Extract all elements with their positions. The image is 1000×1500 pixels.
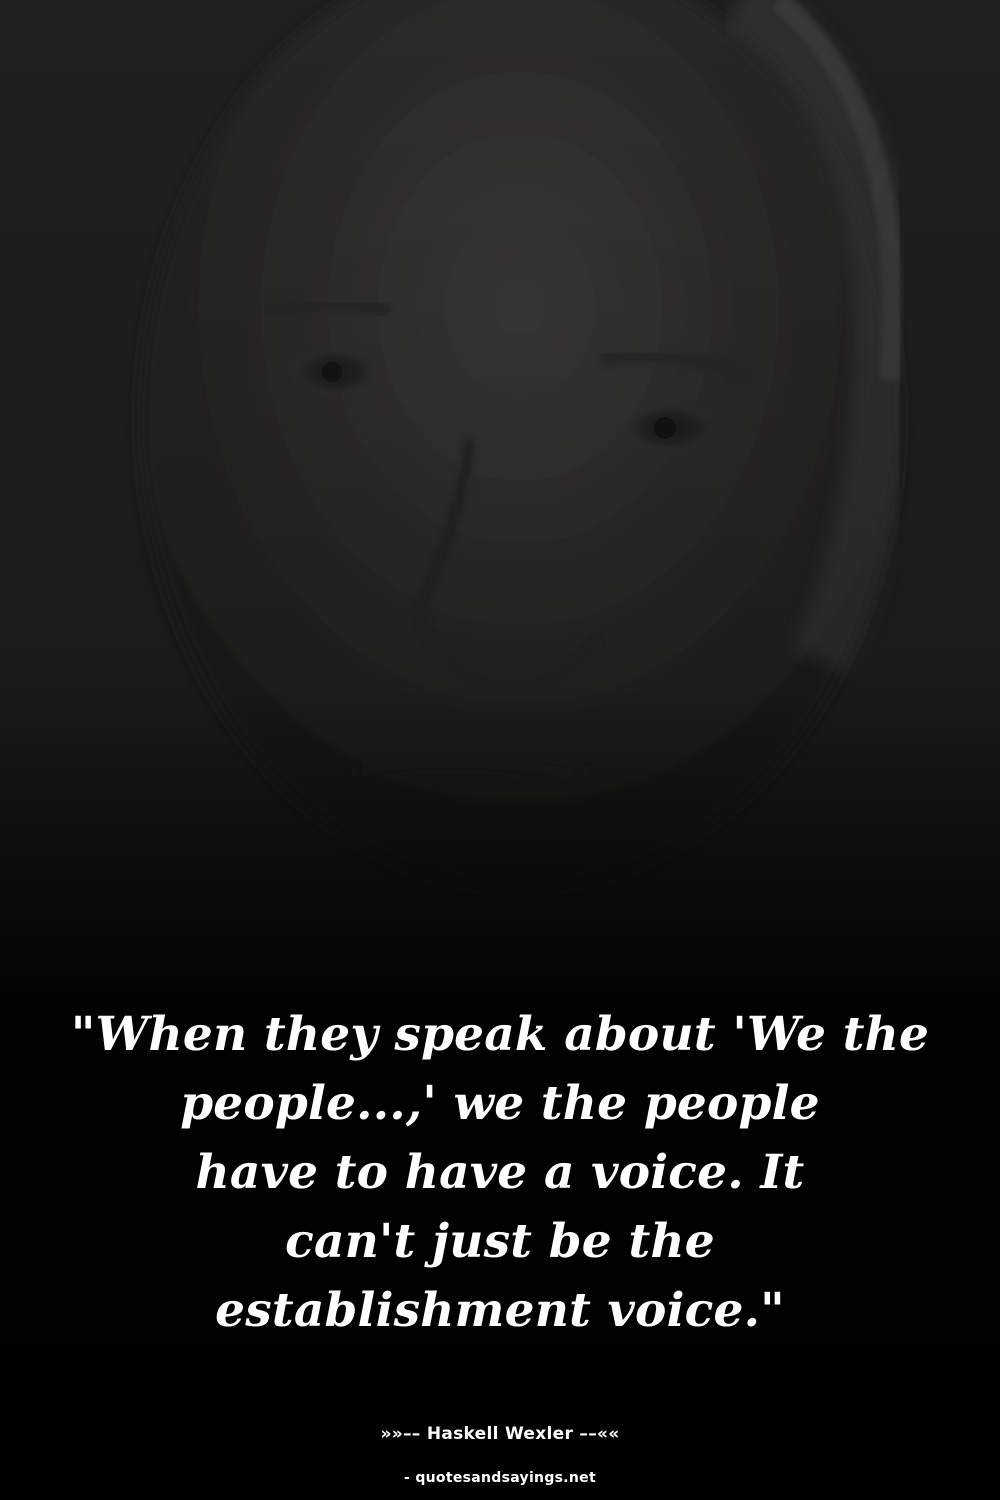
quote-author: »»–– Haskell Wexler ––«« [380,1424,620,1444]
quote-poster: "When they speak about 'We the people...… [0,0,1000,1500]
quote-line: establishment voice." [215,1283,785,1338]
source-credit: - quotesandsayings.net [404,1470,596,1486]
quote-text: "When they speak about 'We the people...… [60,1000,940,1345]
quote-line: people...,' we the people [180,1076,820,1131]
quote-line: have to have a voice. It [195,1145,805,1200]
quote-line: can't just be the [285,1214,715,1269]
quote-line: "When they speak about 'We the [70,1007,930,1062]
